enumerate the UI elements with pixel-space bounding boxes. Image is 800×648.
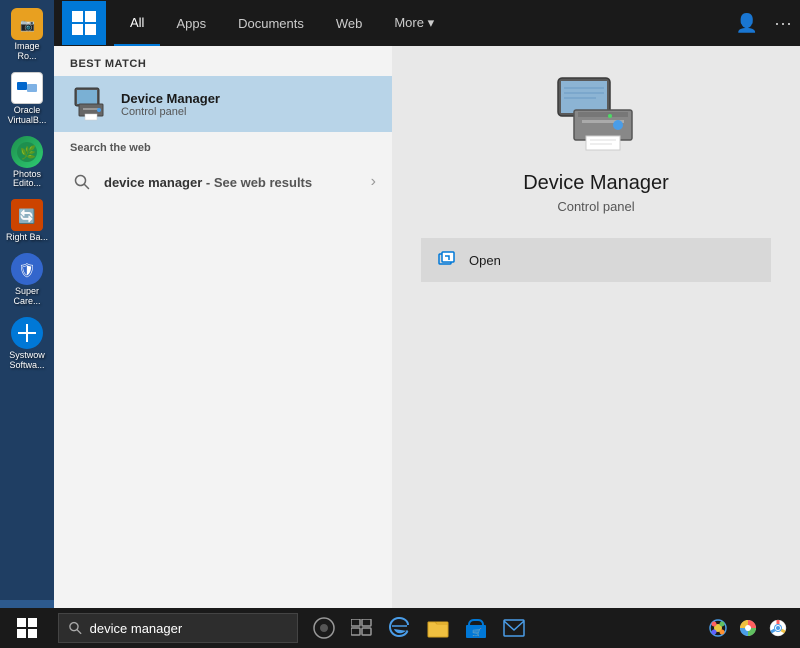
cortana-icon[interactable] bbox=[306, 608, 342, 648]
search-icon-sm bbox=[70, 170, 94, 194]
desktop: 📷 Image Ro... Oracle VirtualB... 🌿 Photo… bbox=[0, 0, 800, 648]
start-button[interactable] bbox=[0, 608, 54, 648]
display-settings-icon[interactable] bbox=[704, 608, 732, 648]
search-web-label: Search the web bbox=[54, 132, 392, 160]
person-icon[interactable]: 👤 bbox=[736, 13, 758, 34]
taskbar-search-bar[interactable] bbox=[58, 613, 298, 643]
store-icon[interactable]: 🛒 bbox=[458, 608, 494, 648]
tab-more[interactable]: More ▾ bbox=[378, 0, 450, 46]
nav-right-icons: 👤 ··· bbox=[736, 13, 792, 34]
result-title: Device Manager bbox=[121, 91, 220, 106]
desktop-icon-virtualbox[interactable]: Oracle VirtualB... bbox=[2, 68, 52, 130]
desktop-icon-supercare[interactable]: 🛡 Super Care... bbox=[2, 249, 52, 311]
desktop-icon-imageR[interactable]: 📷 Image Ro... bbox=[2, 4, 52, 66]
tab-all[interactable]: All bbox=[114, 0, 160, 46]
svg-text:🛡: 🛡 bbox=[18, 262, 36, 278]
ellipsis-icon[interactable]: ··· bbox=[774, 13, 792, 34]
taskbar-icons: 🛒 bbox=[306, 608, 532, 648]
start-menu: All Apps Documents Web More ▾ 👤 ··· bbox=[54, 0, 800, 608]
desktop-icon-label-vbox: Oracle VirtualB... bbox=[4, 106, 50, 126]
result-subtitle: Control panel bbox=[121, 106, 220, 118]
right-panel: Device Manager Control panel Open bbox=[392, 46, 800, 608]
color-wheel-icon[interactable] bbox=[734, 608, 762, 648]
tab-apps[interactable]: Apps bbox=[160, 0, 222, 46]
svg-text:📷: 📷 bbox=[20, 18, 35, 32]
taskbar: 🛒 bbox=[0, 608, 800, 648]
file-explorer-icon[interactable] bbox=[420, 608, 456, 648]
detail-subtitle: Control panel bbox=[557, 199, 634, 214]
nav-logo bbox=[62, 1, 106, 45]
desktop-icon-label-supercare: Super Care... bbox=[4, 287, 50, 307]
svg-text:🌿: 🌿 bbox=[20, 145, 36, 160]
tab-documents[interactable]: Documents bbox=[222, 0, 320, 46]
edge-icon[interactable] bbox=[382, 608, 418, 648]
detail-title: Device Manager bbox=[523, 172, 669, 195]
taskbar-system-icons bbox=[704, 608, 800, 648]
device-manager-icon bbox=[73, 86, 109, 122]
taskbar-search-icon bbox=[69, 621, 82, 635]
desktop-icon-label-systwow: Systwow Softwa... bbox=[4, 351, 50, 371]
result-text: Device Manager Control panel bbox=[121, 91, 220, 118]
task-view-icon[interactable] bbox=[344, 608, 380, 648]
svg-text:🛒: 🛒 bbox=[472, 627, 482, 637]
detail-device-manager-icon bbox=[556, 76, 636, 156]
taskbar-search-input[interactable] bbox=[90, 621, 287, 636]
open-icon bbox=[437, 250, 457, 270]
left-panel: Best match bbox=[54, 46, 392, 608]
desktop-icon-label-photos: Photos Edito... bbox=[4, 170, 50, 190]
desktop-icon-systwow[interactable]: Systwow Softwa... bbox=[2, 313, 52, 375]
desktop-icon-photos[interactable]: 🌿 Photos Edito... bbox=[2, 132, 52, 194]
main-area: Best match bbox=[54, 46, 800, 608]
desktop-icon-strip: 📷 Image Ro... Oracle VirtualB... 🌿 Photo… bbox=[0, 0, 54, 600]
web-search-text: device manager - See web results bbox=[104, 175, 312, 190]
web-search-item[interactable]: device manager - See web results › bbox=[54, 160, 392, 204]
nav-bar: All Apps Documents Web More ▾ 👤 ··· bbox=[54, 0, 800, 46]
tab-web[interactable]: Web bbox=[320, 0, 379, 46]
desktop-icon-label-imageR: Image Ro... bbox=[4, 42, 50, 62]
open-action-button[interactable]: Open bbox=[421, 238, 771, 282]
chrome-icon[interactable] bbox=[764, 608, 792, 648]
open-button-label: Open bbox=[469, 253, 501, 268]
chevron-right-icon: › bbox=[371, 173, 376, 191]
result-item-device-manager[interactable]: Device Manager Control panel bbox=[54, 76, 392, 132]
mail-icon[interactable] bbox=[496, 608, 532, 648]
best-match-label: Best match bbox=[54, 46, 392, 76]
desktop-icon-label-rightbak: Right Ba... bbox=[6, 233, 48, 243]
svg-text:🔄: 🔄 bbox=[18, 208, 35, 225]
desktop-icon-rightbak[interactable]: 🔄 Right Ba... bbox=[2, 195, 52, 247]
